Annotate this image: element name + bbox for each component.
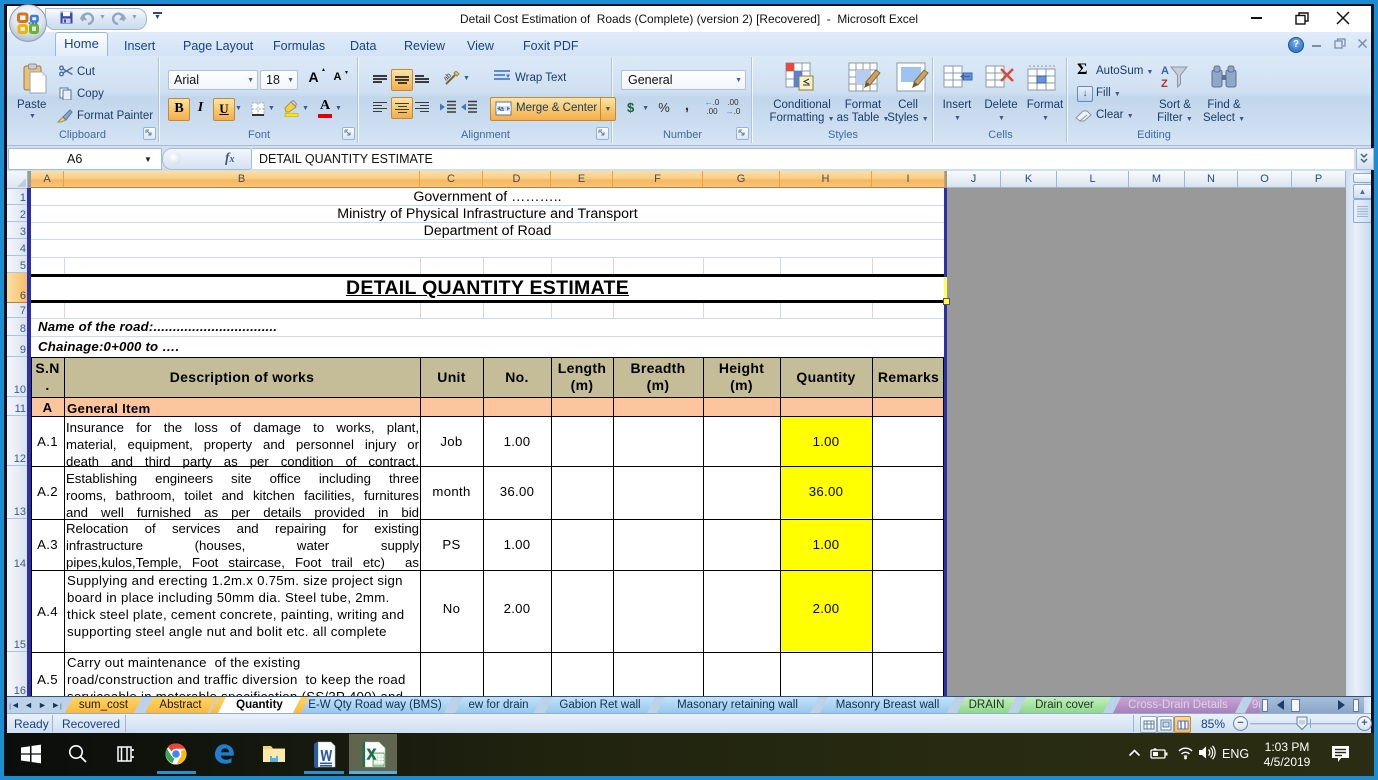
svg-text:a: a — [500, 106, 504, 113]
svg-text:A: A — [1161, 65, 1169, 77]
svg-text:Z: Z — [1161, 78, 1168, 90]
svg-text:ab: ab — [444, 72, 453, 83]
